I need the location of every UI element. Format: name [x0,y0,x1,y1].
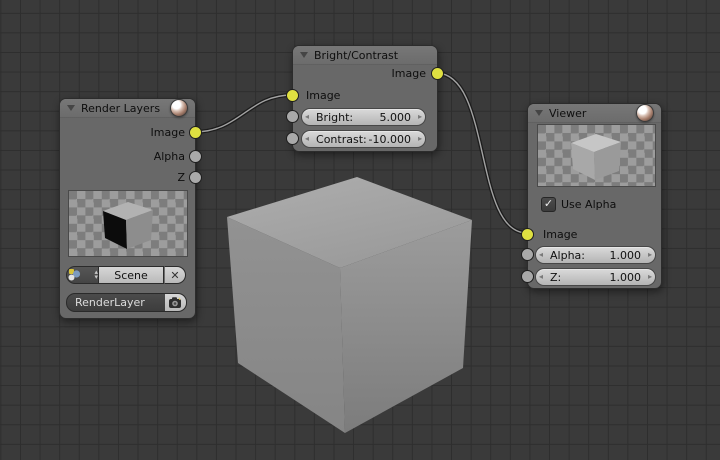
alpha-slider[interactable]: ◂ Alpha: 1.000 ▸ [535,246,656,264]
increment-arrow-icon[interactable]: ▸ [415,132,425,146]
check-icon: ✓ [543,197,554,210]
input-label-image: Image [306,89,341,102]
decrement-arrow-icon[interactable]: ◂ [536,248,546,262]
bright-slider[interactable]: ◂ Bright: 5.000 ▸ [301,108,426,126]
scene-unlink-button[interactable]: ✕ [164,266,186,284]
node-render-layers[interactable]: Render Layers Image Alpha Z ▴ ▾ Scene ✕ … [59,98,202,319]
use-alpha-checkbox[interactable]: ✓ [541,197,556,212]
collapse-triangle-icon[interactable] [67,105,75,111]
output-label-image: Image [150,126,185,139]
rerender-layer-button[interactable] [165,293,187,312]
scene-cycle-arrows-icon[interactable]: ▴ ▾ [94,269,98,281]
noodle-brightcontrast-to-viewer [435,71,528,235]
input-socket-contrast[interactable] [286,132,299,145]
input-socket-bright[interactable] [286,110,299,123]
preview-cube-light [571,134,621,180]
node-viewer[interactable]: Viewer ✓ Use Alpha Image ◂ Alpha: 1.000 … [521,103,662,289]
scene-icon [68,269,81,281]
output-socket-image[interactable] [189,126,202,139]
output-label-image: Image [391,67,426,80]
increment-arrow-icon[interactable]: ▸ [645,270,655,284]
render-layers-header[interactable]: Render Layers [60,99,195,118]
node-title: Viewer [549,106,587,120]
increment-arrow-icon[interactable]: ▸ [415,110,425,124]
material-sphere-icon[interactable] [636,104,654,122]
use-alpha-label: Use Alpha [561,198,617,211]
decrement-arrow-icon[interactable]: ◂ [536,270,546,284]
node-title: Render Layers [81,101,161,115]
input-socket-image[interactable] [521,228,534,241]
bright-contrast-header[interactable]: Bright/Contrast [293,46,437,65]
render-layer-dropdown[interactable]: RenderLayer ▴ ▾ [66,293,176,312]
render-layer-value: RenderLayer [75,296,145,309]
output-label-z: Z [177,171,185,184]
input-socket-image[interactable] [286,89,299,102]
collapse-triangle-icon[interactable] [535,110,543,116]
noodle-renderlayers-to-brightcontrast [193,93,293,134]
viewer-header[interactable]: Viewer [528,104,661,123]
render-preview-thumbnail [68,190,188,257]
decrement-arrow-icon[interactable]: ◂ [302,110,312,124]
input-socket-alpha[interactable] [521,248,534,261]
render-camera-icon [169,296,181,308]
output-socket-alpha[interactable] [189,150,202,163]
output-socket-image[interactable] [431,67,444,80]
input-socket-z[interactable] [521,270,534,283]
output-socket-z[interactable] [189,171,202,184]
increment-arrow-icon[interactable]: ▸ [645,248,655,262]
scene-selector[interactable]: ▴ ▾ Scene ✕ [66,266,186,284]
alpha-value: 1.000 [609,248,641,262]
contrast-value: -10.000 [368,132,411,146]
material-sphere-icon[interactable] [170,99,188,117]
node-title: Bright/Contrast [314,48,399,62]
contrast-slider[interactable]: ◂ Contrast: -10.000 ▸ [301,130,426,148]
output-label-alpha: Alpha [153,150,185,163]
node-editor-canvas[interactable]: Render Layers Image Alpha Z ▴ ▾ Scene ✕ … [0,0,720,460]
preview-cube-dark [103,202,153,249]
scene-browse-button[interactable]: ▴ ▾ [66,266,99,284]
bright-value: 5.000 [379,110,411,124]
z-slider[interactable]: ◂ Z: 1.000 ▸ [535,268,656,286]
z-value: 1.000 [609,270,641,284]
scene-name-field[interactable]: Scene [99,266,164,284]
input-label-image: Image [543,228,578,241]
node-bright-contrast[interactable]: Bright/Contrast Image Image ◂ Bright: 5.… [286,45,444,152]
viewer-preview-thumbnail [537,124,656,187]
decrement-arrow-icon[interactable]: ◂ [302,132,312,146]
collapse-triangle-icon[interactable] [300,52,308,58]
